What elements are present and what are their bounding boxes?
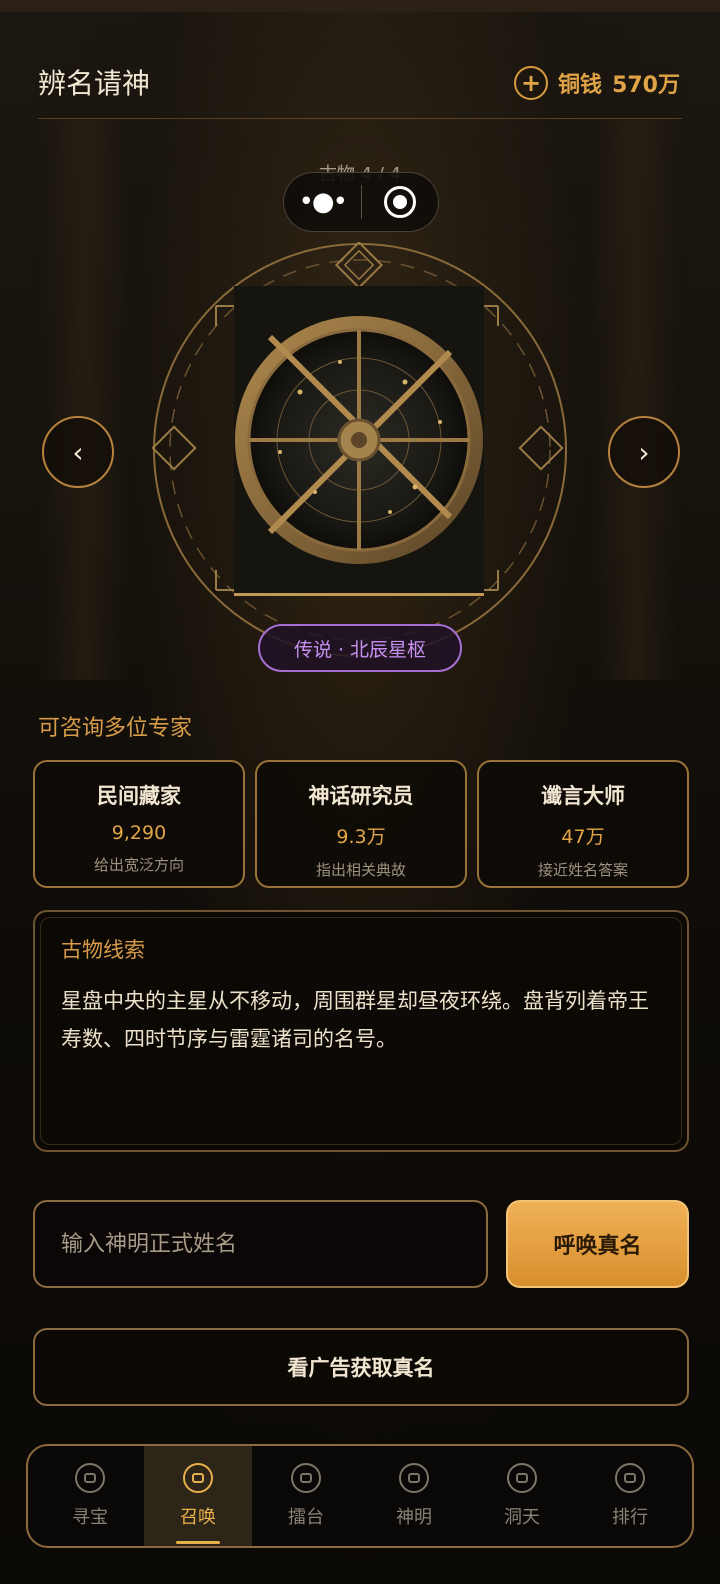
watch-ad-button[interactable]: 看广告获取真名 [33, 1328, 689, 1406]
mini-program-capsule: •●• [283, 172, 439, 232]
tab-label: 神明 [396, 1507, 432, 1528]
clue-text: 星盘中央的主星从不移动，周围群星却昼夜环绕。盘背列着帝王寿数、四时节序与雷霆诸司… [61, 989, 649, 1051]
experts-list: 民间藏家 9,290 给出宽泛方向 神话研究员 9.3万 指出相关典故 谶言大师… [33, 760, 689, 888]
rarity-badge: 传说 · 北辰星枢 [258, 624, 462, 672]
expert-card-prophecy-master[interactable]: 谶言大师 47万 接近姓名答案 [477, 760, 689, 888]
page-title: 辨名请神 [38, 67, 151, 100]
target-circle-icon[interactable] [362, 186, 439, 218]
currency-display: + 铜钱 570万 [514, 66, 680, 100]
status-bar [0, 0, 720, 12]
chevron-left-icon: ‹ [72, 435, 84, 469]
summon-button[interactable]: 呼唤真名 [506, 1200, 689, 1288]
clue-title: 古物线索 [61, 938, 145, 962]
tab-label: 洞天 [504, 1507, 540, 1528]
tab-arena[interactable]: 擂台 [252, 1446, 360, 1546]
expert-desc: 指出相关典故 [315, 861, 406, 879]
expert-desc: 接近姓名答案 [537, 861, 628, 879]
tab-deity[interactable]: 神明 [360, 1446, 468, 1546]
chevron-right-icon: › [638, 435, 650, 469]
expert-name: 谶言大师 [541, 784, 625, 808]
arena-icon [291, 1463, 321, 1493]
header-divider [38, 118, 682, 119]
tab-treasure[interactable]: 寻宝 [36, 1446, 144, 1546]
more-dots-icon[interactable]: •●• [284, 187, 361, 217]
background-pillar [40, 120, 130, 680]
bottom-tab-bar: 寻宝 召唤 擂台 神明 洞天 排行 [26, 1444, 694, 1548]
header: 辨名请神 + 铜钱 570万 [0, 56, 720, 119]
tab-label: 排行 [612, 1507, 648, 1528]
tab-summon[interactable]: 召唤 [144, 1446, 252, 1546]
expert-name: 神话研究员 [308, 784, 414, 808]
expert-desc: 给出宽泛方向 [93, 856, 184, 874]
background-pillar [590, 120, 680, 680]
summon-icon [183, 1463, 213, 1493]
expert-name: 民间藏家 [97, 784, 181, 808]
expert-card-folk-collector[interactable]: 民间藏家 9,290 给出宽泛方向 [33, 760, 245, 888]
clue-panel: 古物线索 星盘中央的主星从不移动，周围群星却昼夜环绕。盘背列着帝王寿数、四时节序… [33, 910, 689, 1152]
expert-cost: 47万 [561, 826, 605, 848]
tab-label: 擂台 [288, 1507, 324, 1528]
deity-icon [399, 1463, 429, 1493]
prev-artifact-button[interactable]: ‹ [42, 416, 114, 488]
next-artifact-button[interactable]: › [608, 416, 680, 488]
cave-icon [507, 1463, 537, 1493]
expert-cost: 9.3万 [336, 826, 386, 848]
expert-card-myth-researcher[interactable]: 神话研究员 9.3万 指出相关典故 [255, 760, 467, 888]
plus-circle-icon[interactable]: + [514, 66, 549, 100]
astrolabe-artifact-icon [151, 240, 567, 657]
tab-label: 寻宝 [72, 1507, 108, 1528]
tab-cave[interactable]: 洞天 [468, 1446, 576, 1546]
deity-name-input[interactable] [33, 1200, 488, 1288]
tab-ranking[interactable]: 排行 [576, 1446, 684, 1546]
currency-label: 铜钱 [558, 73, 603, 98]
treasure-icon [75, 1463, 105, 1493]
tab-label: 召唤 [180, 1507, 216, 1528]
artifact-stage [150, 240, 570, 662]
currency-value: 570万 [612, 73, 680, 98]
ranking-icon [615, 1463, 645, 1493]
experts-section-title: 可咨询多位专家 [38, 716, 193, 741]
expert-cost: 9,290 [111, 822, 167, 844]
